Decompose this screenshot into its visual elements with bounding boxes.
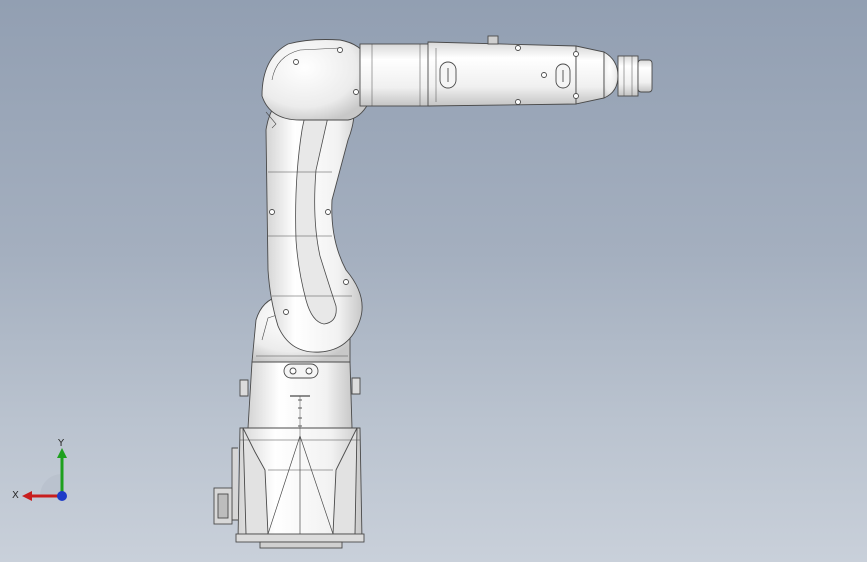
wrist-flange[interactable] <box>603 51 653 99</box>
y-axis-label: Y <box>57 438 65 449</box>
robot-base[interactable] <box>213 427 365 549</box>
robot-arm-model[interactable] <box>0 0 867 562</box>
robot-column[interactable] <box>239 361 361 436</box>
elbow-joint[interactable] <box>261 39 369 129</box>
orientation-triad: Y X <box>12 438 67 501</box>
x-axis-label: X <box>12 490 19 501</box>
upper-arm[interactable] <box>359 35 605 107</box>
graphics-viewport[interactable]: Y X <box>0 0 867 562</box>
z-axis-dot <box>57 491 67 501</box>
